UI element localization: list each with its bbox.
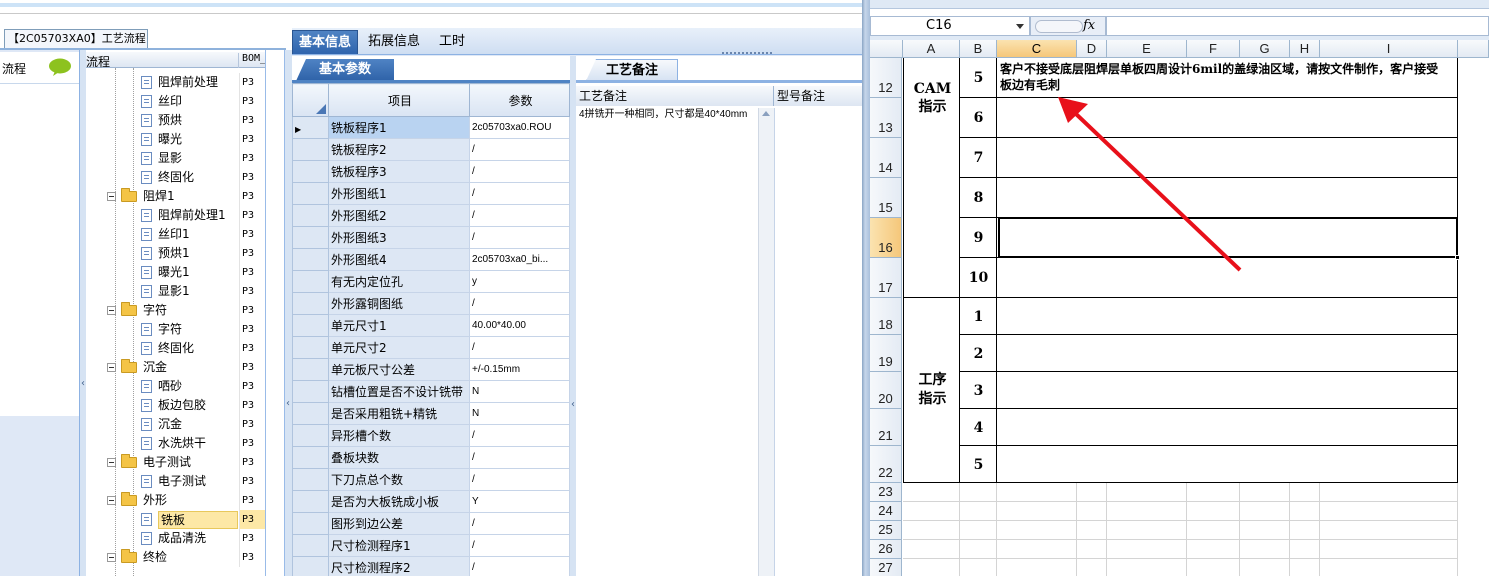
arrow-shaft <box>1073 111 1242 272</box>
red-arrow-annotation <box>1058 97 1242 272</box>
